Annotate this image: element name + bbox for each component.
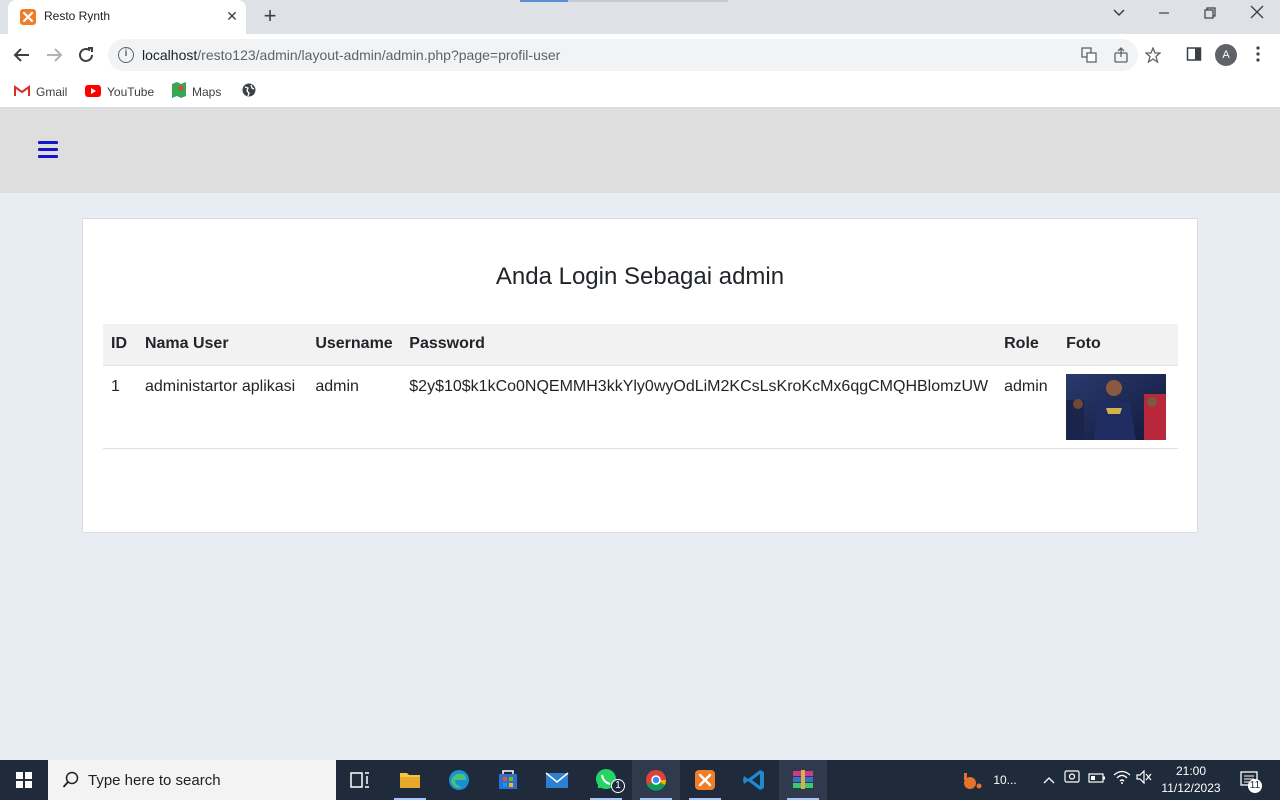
bookmark-globe[interactable] [242,82,262,102]
taskbar-clock[interactable]: 21:00 11/12/2023 [1158,763,1224,797]
cell-password: $2y$10$k1kCo0NQEMMH3kkYly0wyOdLiM2KCsLsK… [401,365,997,449]
cell-role: admin [996,365,1059,449]
restore-window-icon[interactable] [1196,4,1224,26]
browser-toolbar: i localhost/resto123/admin/layout-admin/… [0,34,1280,76]
maps-icon [172,82,186,104]
column-header-username: Username [307,324,402,366]
column-header-id: ID [103,324,137,366]
forward-arrow-icon[interactable] [41,42,67,68]
share-icon[interactable] [1112,47,1130,65]
url-text[interactable]: localhost/resto123/admin/layout-admin/ad… [142,47,560,63]
profile-avatar[interactable]: A [1215,44,1237,66]
volume-muted-icon[interactable] [1134,760,1154,800]
tab-search-chevron-icon[interactable] [1105,4,1133,26]
winrar-icon[interactable] [779,760,827,800]
show-hidden-icons-chevron-icon[interactable] [1039,760,1059,800]
url-path: /resto123/admin/layout-admin/admin.php?p… [197,47,561,63]
table-row: 1 administartor aplikasi admin $2y$10$k1… [103,365,1178,449]
user-table: ID Nama User Username Password Role Foto… [103,324,1178,449]
xampp-icon[interactable] [681,760,729,800]
bookmark-label: Gmail [36,85,68,99]
url-host: localhost [142,47,198,63]
user-photo [1066,373,1167,440]
column-header-nama-user: Nama User [136,324,308,366]
search-icon [62,771,80,794]
cell-nama-user: administartor aplikasi [136,365,308,449]
column-header-password: Password [401,324,997,366]
search-placeholder: Type here to search [88,772,221,789]
edge-browser-icon[interactable] [435,760,483,800]
bookmark-label: YouTube [107,85,155,99]
close-window-icon[interactable] [1243,4,1271,26]
cell-id: 1 [103,365,137,449]
weather-text[interactable]: 10... [988,760,1022,800]
kebab-menu-icon[interactable] [1249,46,1267,64]
browser-tab-strip: Resto Rynth ✕ + [0,0,1280,34]
globe-icon [242,83,256,103]
xampp-favicon-icon [20,9,36,25]
page-title: Anda Login Sebagai admin [495,263,785,290]
file-explorer-icon[interactable] [386,760,434,800]
windows-start-icon[interactable] [0,760,48,800]
profile-card: Anda Login Sebagai admin ID Nama User Us… [82,218,1198,533]
browser-tab[interactable]: Resto Rynth ✕ [8,0,246,34]
minimize-window-icon[interactable] [1150,4,1178,26]
tab-strip-indicator-track [568,0,728,2]
hamburger-menu-icon[interactable] [38,141,58,159]
notification-center-icon[interactable]: 11 [1236,760,1264,800]
notification-count-badge: 11 [1248,779,1262,793]
tab-title: Resto Rynth [44,9,111,23]
bookmarks-bar: Gmail YouTube Maps [0,76,1280,108]
cell-username: admin [307,365,402,449]
bookmark-youtube[interactable]: YouTube [85,82,154,102]
new-tab-button[interactable]: + [258,5,282,29]
translate-icon[interactable] [1080,47,1098,65]
chrome-icon[interactable] [632,760,680,800]
youtube-icon [85,83,101,103]
gmail-icon [14,83,30,103]
vscode-icon[interactable] [730,760,778,800]
column-header-foto: Foto [1058,324,1178,366]
tab-strip-indicator [520,0,568,2]
clock-time: 21:00 [1175,764,1207,778]
side-panel-icon[interactable] [1185,46,1203,64]
clock-date: 11/12/2023 [1161,781,1221,795]
admin-header [0,108,1280,193]
microsoft-store-icon[interactable] [484,760,532,800]
wifi-icon[interactable] [1111,760,1133,800]
back-arrow-icon[interactable] [9,42,35,68]
mail-icon[interactable] [533,760,581,800]
battery-icon[interactable] [1087,760,1107,800]
whatsapp-badge: 1 [611,779,625,793]
whatsapp-icon[interactable]: 1 [582,760,630,800]
taskbar-search-box[interactable]: Type here to search [48,760,336,800]
address-bar[interactable]: i localhost/resto123/admin/layout-admin/… [108,39,1162,71]
bookmark-maps[interactable]: Maps [172,82,221,102]
site-info-icon[interactable]: i [118,47,134,63]
weather-icon[interactable] [958,760,986,800]
bookmark-label: Maps [192,85,222,100]
column-header-role: Role [996,324,1059,366]
reload-icon[interactable] [73,42,99,68]
bookmark-gmail[interactable]: Gmail [14,82,67,102]
table-header-row: ID Nama User Username Password Role Foto [103,324,1178,366]
bookmark-star-icon[interactable] [1144,46,1162,65]
tab-close-icon[interactable]: ✕ [224,8,240,24]
cell-foto [1058,365,1178,449]
system-tray-app-icon[interactable] [1062,760,1082,800]
windows-taskbar: Type here to search 1 10... 21:00 11/12/… [0,760,1280,800]
task-view-icon[interactable] [336,760,384,800]
